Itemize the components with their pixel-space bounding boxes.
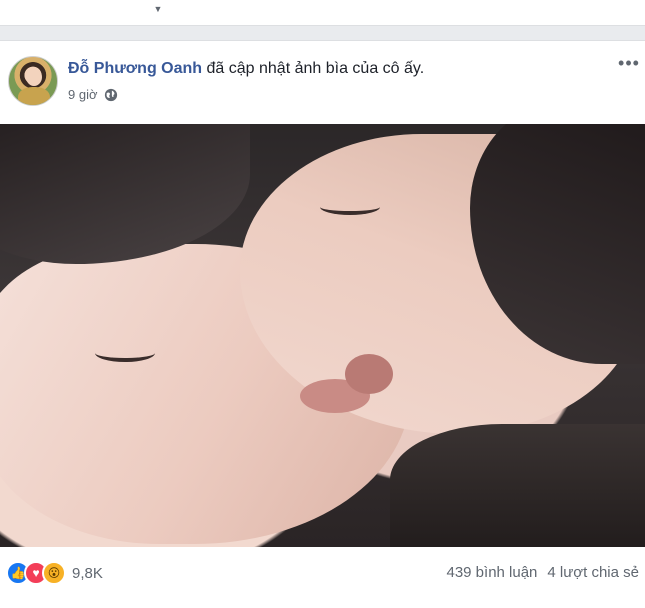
photo-lips-right [345,354,393,394]
post-header: Đỗ Phương Oanh đã cập nhật ảnh bìa của c… [68,60,424,78]
cover-photo[interactable] [0,124,645,547]
post-action-text: đã cập nhật ảnh bìa của cô ấy. [206,60,425,77]
comments-count-link[interactable]: 439 bình luận [446,564,537,581]
post-meta: 9 giờ [68,87,118,102]
reactions-summary[interactable]: 👍 ♥ 😮 9,8K [6,561,103,585]
post-timestamp[interactable]: 9 giờ [68,87,98,102]
photo-shadow [390,424,645,547]
reaction-count[interactable]: 9,8K [72,565,103,582]
post-card: Đỗ Phương Oanh đã cập nhật ảnh bìa của c… [0,40,645,608]
shares-count-link[interactable]: 4 lượt chia sẻ [547,564,639,581]
chevron-down-icon[interactable]: ▼ [152,3,164,15]
avatar[interactable] [8,56,58,106]
wow-icon: 😮 [42,561,66,585]
photo-hair-left [0,124,250,264]
more-options-icon[interactable]: ••• [617,53,641,77]
engagement-counts: 439 bình luận 4 lượt chia sẻ [446,564,639,581]
photo-eye-left [95,344,155,362]
globe-icon[interactable] [104,88,118,102]
photo-eye-right [320,199,380,215]
avatar-face [26,68,42,86]
previous-post-card: ▼ [0,0,645,26]
author-name-link[interactable]: Đỗ Phương Oanh [68,60,202,77]
post-stats-bar: 👍 ♥ 😮 9,8K 439 bình luận 4 lượt chia sẻ [0,556,645,590]
avatar-body [18,87,50,105]
